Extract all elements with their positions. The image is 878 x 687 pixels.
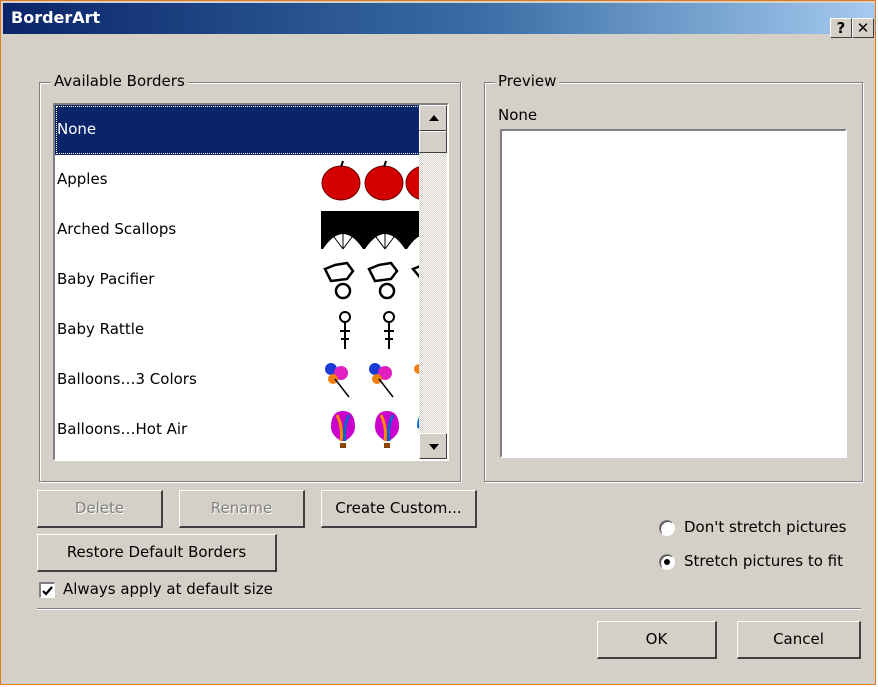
borders-listbox[interactable]: None Apples Arched Scallops Baby Pacifier Ba…	[53, 103, 449, 461]
scroll-up-icon	[429, 115, 439, 121]
list-item-label: Baby Rattle	[57, 320, 145, 338]
window-title: BorderArt	[11, 8, 101, 27]
list-item[interactable]: Balloons…Hot Air	[55, 405, 421, 455]
scroll-down-icon	[429, 444, 439, 450]
vertical-scrollbar[interactable]	[419, 105, 447, 459]
pacifier-border-art-icon	[321, 259, 421, 301]
separator-line	[37, 608, 861, 610]
preview-border-name: None	[498, 106, 538, 124]
list-item-label: Balloons…3 Colors	[57, 370, 197, 388]
rename-button[interactable]: Rename	[179, 490, 305, 528]
preview-label: Preview	[495, 72, 560, 90]
help-button[interactable]: ?	[830, 18, 852, 38]
always-apply-checkbox[interactable]	[39, 582, 55, 598]
list-item[interactable]: Arched Scallops	[55, 205, 421, 255]
scallop-border-art-icon	[321, 209, 421, 251]
always-apply-label[interactable]: Always apply at default size	[63, 580, 273, 598]
radio-selected-dot	[664, 559, 670, 565]
list-item-label: Apples	[57, 170, 108, 188]
restore-default-borders-button[interactable]: Restore Default Borders	[37, 534, 277, 572]
list-item-label: Arched Scallops	[57, 220, 177, 238]
list-item[interactable]: Apples	[55, 155, 421, 205]
hotair-border-art-icon	[321, 409, 421, 451]
borderart-dialog: BorderArt ? ✕ Available Borders None Appl…	[0, 0, 876, 685]
delete-button[interactable]: Delete	[37, 490, 163, 528]
checkmark-icon	[42, 586, 53, 596]
list-item[interactable]: None	[55, 105, 421, 155]
rattle-border-art-icon	[321, 309, 421, 351]
scroll-down-button[interactable]	[419, 433, 447, 459]
preview-box	[500, 129, 847, 458]
list-item[interactable]: Balloons…3 Colors	[55, 355, 421, 405]
list-item-label: Baby Pacifier	[57, 270, 155, 288]
available-borders-label: Available Borders	[51, 72, 188, 90]
stretch-to-fit-radio[interactable]	[659, 554, 675, 570]
scroll-up-button[interactable]	[419, 105, 447, 131]
dont-stretch-label[interactable]: Don't stretch pictures	[684, 518, 846, 536]
title-bar[interactable]: BorderArt	[3, 3, 875, 34]
scroll-thumb[interactable]	[419, 131, 447, 153]
create-custom-button[interactable]: Create Custom...	[321, 490, 477, 528]
dont-stretch-radio[interactable]	[659, 520, 675, 536]
cancel-button[interactable]: Cancel	[737, 621, 861, 659]
list-item-label: None	[57, 120, 97, 138]
ok-button[interactable]: OK	[597, 621, 717, 659]
balloons-border-art-icon	[321, 359, 421, 401]
list-item[interactable]: Baby Rattle	[55, 305, 421, 355]
close-button[interactable]: ✕	[852, 18, 874, 38]
list-item-label: Balloons…Hot Air	[57, 420, 188, 438]
apple-border-art-icon	[321, 159, 421, 201]
list-item[interactable]: Baby Pacifier	[55, 255, 421, 305]
stretch-to-fit-label[interactable]: Stretch pictures to fit	[684, 552, 843, 570]
